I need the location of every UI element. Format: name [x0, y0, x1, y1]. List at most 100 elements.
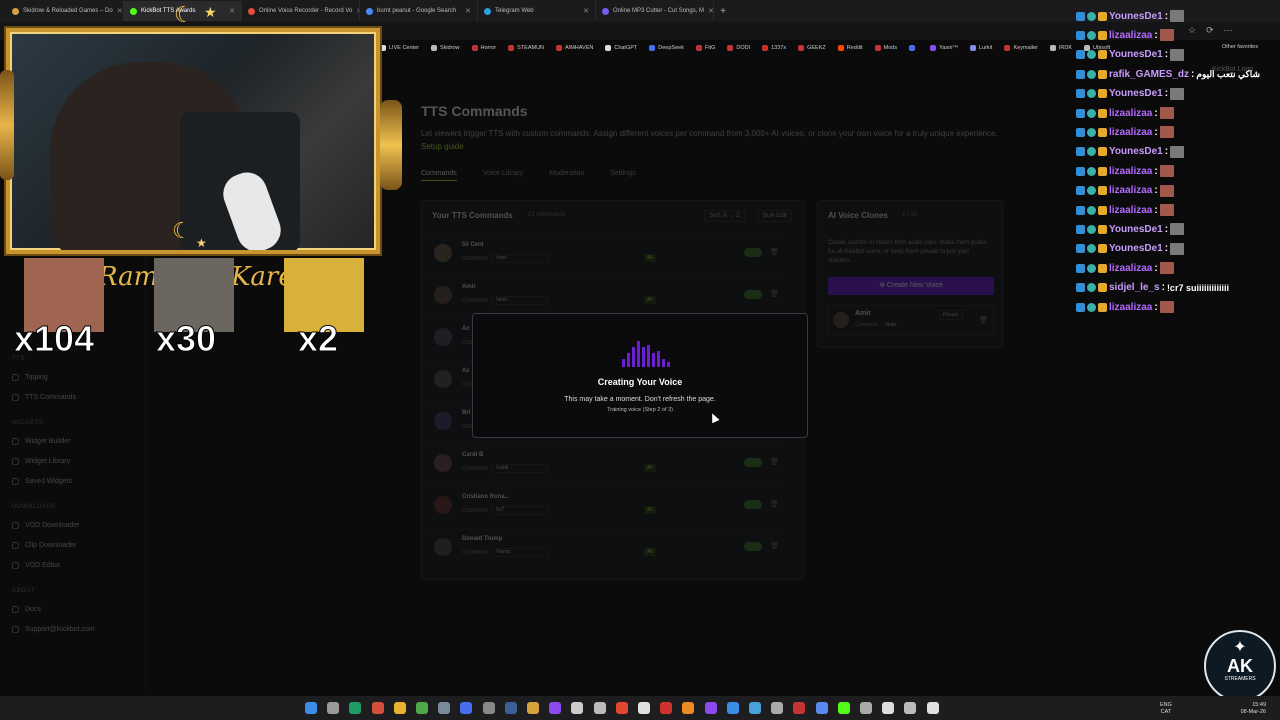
edge-icon[interactable]: [349, 702, 362, 714]
enable-toggle[interactable]: [744, 500, 762, 509]
app-icon[interactable]: [726, 702, 739, 714]
chat-username[interactable]: sidjel_le_s: [1109, 282, 1160, 293]
table-row[interactable]: 50 Cent COMMAND !cent All 🗑: [430, 235, 784, 273]
bookmark-item[interactable]: 1337x: [762, 45, 786, 51]
tab-commands[interactable]: Commands: [421, 170, 457, 181]
close-icon[interactable]: ✕: [583, 7, 589, 15]
chat-username[interactable]: lizaalizaa: [1109, 127, 1152, 138]
windows-start-icon[interactable]: [305, 702, 317, 714]
close-icon[interactable]: ✕: [229, 7, 235, 15]
bookmark-item[interactable]: Lurkit: [969, 45, 992, 51]
bookmark-item[interactable]: LIVE Center: [380, 45, 419, 51]
sidebar-item-vod-editor[interactable]: VOD Editor: [12, 562, 60, 569]
bookmark-item[interactable]: [909, 45, 918, 51]
all-badge[interactable]: All: [644, 296, 656, 304]
bulk-edit-button[interactable]: Bulk Edit: [758, 210, 792, 222]
table-row[interactable]: Amir COMMAND !amir All 🗑: [430, 277, 784, 315]
app-icon[interactable]: [660, 702, 673, 714]
app-icon[interactable]: [682, 702, 695, 714]
app-icon[interactable]: [527, 702, 539, 714]
bookmark-item[interactable]: Yasni™: [930, 45, 958, 51]
tab-settings[interactable]: Settings: [610, 170, 635, 181]
sidebar-item-saved-widgets[interactable]: Saved Widgets: [12, 478, 72, 485]
sidebar-item-tts-commands[interactable]: TTS Commands: [12, 394, 76, 401]
table-row[interactable]: Cardi B COMMAND !cardi All 🗑: [430, 445, 784, 483]
create-new-voice-button[interactable]: ⊕ Create New Voice: [828, 277, 994, 295]
app-icon[interactable]: [571, 702, 584, 714]
settings-icon[interactable]: [438, 702, 451, 714]
app-icon[interactable]: [482, 702, 495, 714]
sidebar-item-widget-builder[interactable]: Widget Builder: [12, 438, 71, 445]
obs-icon[interactable]: [926, 702, 939, 714]
trash-icon[interactable]: 🗑: [770, 458, 779, 466]
bookmark-item[interactable]: ChatGPT: [605, 45, 637, 51]
bookmark-item[interactable]: AIMHAVEN: [556, 45, 593, 51]
command-input[interactable]: !cent: [492, 254, 548, 263]
app-icon[interactable]: [904, 702, 917, 714]
language-indicator[interactable]: ENG CAT: [1160, 702, 1172, 716]
chat-username[interactable]: YounesDe1: [1109, 88, 1163, 99]
command-input[interactable]: !trump: [492, 548, 548, 557]
chat-username[interactable]: lizaalizaa: [1109, 166, 1152, 177]
bookmark-item[interactable]: Horror: [471, 45, 496, 51]
app-icon[interactable]: [549, 702, 562, 714]
chat-username[interactable]: YounesDe1: [1109, 49, 1163, 60]
sidebar-item-support[interactable]: Support@Kickbot.com: [12, 626, 95, 633]
all-badge[interactable]: All: [644, 548, 656, 556]
chat-username[interactable]: lizaalizaa: [1109, 302, 1152, 313]
explorer-icon[interactable]: [371, 702, 384, 714]
chat-username[interactable]: lizaalizaa: [1109, 205, 1152, 216]
xbox-icon[interactable]: [416, 702, 428, 714]
steam-icon[interactable]: [504, 702, 517, 714]
app-icon[interactable]: [638, 702, 650, 714]
tiktok-icon[interactable]: [615, 702, 628, 714]
excel-icon[interactable]: [393, 702, 406, 714]
bookmark-item[interactable]: Mods: [874, 45, 897, 51]
app-icon[interactable]: [882, 702, 895, 714]
trash-icon[interactable]: 🗑: [770, 290, 779, 298]
setup-guide-link[interactable]: Setup guide: [421, 142, 464, 151]
enable-toggle[interactable]: [744, 458, 762, 467]
refresh-icon[interactable]: ⟳: [1206, 25, 1214, 36]
table-row[interactable]: Donald Trump COMMAND !trump All 🗑: [430, 529, 784, 567]
browser-tab[interactable]: Telegram Web ✕: [478, 1, 596, 21]
all-badge[interactable]: All: [644, 506, 656, 514]
sidebar-item-clip-downloader[interactable]: Clip Downloader: [12, 542, 76, 549]
table-row[interactable]: Cristiano Rona... COMMAND !cr7 All 🗑: [430, 487, 784, 525]
browser-tab[interactable]: Online MP3 Cutter - Cut Songs, M ✕: [596, 1, 714, 21]
app-icon[interactable]: [704, 702, 717, 714]
chat-username[interactable]: YounesDe1: [1109, 224, 1163, 235]
discord-icon[interactable]: [460, 702, 473, 714]
chat-username[interactable]: lizaalizaa: [1109, 108, 1152, 119]
enable-toggle[interactable]: [744, 542, 762, 551]
trash-icon[interactable]: 🗑: [979, 316, 988, 324]
chat-username[interactable]: YounesDe1: [1109, 146, 1163, 157]
chat-username[interactable]: lizaalizaa: [1109, 185, 1152, 196]
sidebar-item-vod-downloader[interactable]: VOD Downloader: [12, 522, 79, 529]
sidebar-item-tipping[interactable]: Tipping: [12, 374, 48, 381]
bookmark-item[interactable]: DeepSeek: [649, 45, 684, 51]
chat-username[interactable]: YounesDe1: [1109, 11, 1163, 22]
browser-tab[interactable]: Online Voice Recorder - Record Vo✕: [242, 1, 360, 21]
clock[interactable]: 15:49 08-Mar-26: [1224, 702, 1266, 716]
enable-toggle[interactable]: [744, 290, 762, 299]
sort-dropdown[interactable]: Sort: A → Z: [704, 210, 745, 222]
command-input[interactable]: !cardi: [492, 464, 548, 473]
sidebar-item-docs[interactable]: Docs: [12, 606, 41, 613]
bookmark-item[interactable]: Keymailer: [1004, 45, 1038, 51]
trash-icon[interactable]: 🗑: [770, 500, 779, 508]
browser-tab[interactable]: Skidrow & Reloaded Games – Do ✕: [6, 1, 124, 21]
clone-card[interactable]: Amir Command !amir Private 🗑: [828, 305, 994, 335]
chat-username[interactable]: rafik_GAMES_dz: [1109, 69, 1189, 80]
bookmark-item[interactable]: Reddit: [837, 45, 863, 51]
bookmark-item[interactable]: IRDK: [1049, 45, 1072, 51]
all-badge[interactable]: All: [644, 464, 656, 472]
trash-icon[interactable]: 🗑: [770, 248, 779, 256]
command-input[interactable]: !amir: [492, 296, 548, 305]
bookmark-other-favorites[interactable]: Other favorites: [1222, 44, 1258, 50]
app-icon[interactable]: [749, 702, 761, 714]
chat-username[interactable]: lizaalizaa: [1109, 263, 1152, 274]
bookmark-item[interactable]: STEAMUN: [508, 45, 544, 51]
app-icon[interactable]: [593, 702, 606, 714]
app-icon[interactable]: [860, 702, 872, 714]
